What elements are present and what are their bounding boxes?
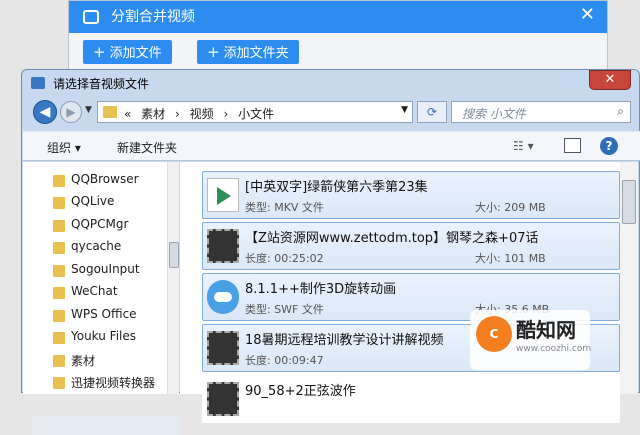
search-icon: ⌕ [617,104,624,118]
sidebar-item-label: QQLive [71,194,115,208]
watermark-brand: 酷知网 [516,318,576,342]
file-type: 类型: SWF 文件 [245,303,324,316]
add-file-button[interactable]: + 添加文件 [83,40,172,64]
file-size: 大小: 209 MB [475,201,546,214]
add-folder-button[interactable]: + 添加文件夹 [197,40,299,64]
folder-icon [53,332,65,344]
folder-icon [53,287,65,299]
breadcrumb-item-video[interactable]: 视频 [190,107,214,121]
view-options-icon[interactable]: ☷ ▾ [513,139,534,153]
dialog-app-icon [31,77,45,89]
breadcrumb-overflow[interactable]: « [124,107,131,121]
background-app-titlebar: 分割合并视频 ✕ [69,1,607,33]
app-logo-icon [83,10,99,24]
sidebar-item-label: Youku Files [71,329,137,343]
sidebar-item-label: WPS Office [71,307,137,321]
help-button[interactable]: ? [600,137,618,155]
film-icon [207,331,239,365]
plus-icon: + [93,43,106,61]
folder-icon [53,310,65,322]
breadcrumb-item-smallfiles[interactable]: 小文件 [238,107,274,121]
preview-pane-icon[interactable] [564,138,581,153]
watermark-url: www.coozhi.com [516,344,592,354]
search-placeholder: 搜索 小文件 [462,107,526,121]
new-folder-button[interactable]: 新建文件夹 [117,139,177,156]
sidebar-item[interactable]: WeChat [53,284,118,302]
sidebar-item-label: 素材 [71,354,96,368]
swf-icon [207,280,239,314]
file-row[interactable]: [中英双字]绿箭侠第六季第23集 类型: MKV 文件 大小: 209 MB [202,171,620,219]
file-type: 类型: MKV 文件 [245,201,324,214]
sidebar-item-label: SogouInput [71,262,140,276]
selected-nav-highlight [33,415,179,435]
folder-icon [53,377,65,389]
file-row[interactable]: 90_58+2正弦波作 [202,375,620,423]
file-name: 8.1.1++制作3D旋转动画 [245,282,397,297]
scrollbar-thumb[interactable] [622,180,636,224]
refresh-button[interactable]: ⟳ [417,101,447,123]
file-name: 18暑期远程培训教学设计讲解视频 [245,333,444,348]
add-file-label: 添加文件 [109,46,162,61]
file-size: 大小: 101 MB [475,252,546,265]
history-dropdown-icon[interactable]: ▼ [85,105,92,115]
file-row[interactable]: 【Z站资源网www.zettodm.top】钢琴之森+07话 长度: 00:25… [202,222,620,270]
dialog-titlebar: 请选择音视频文件 [27,72,617,94]
file-duration: 长度: 00:09:47 [245,354,324,367]
sidebar-item[interactable]: qycache [53,239,122,257]
address-bar-row: ◀ ▶ ▼ « 素材 › 视频 › 小文件 ▼ ⟳ 搜索 小文件 ⌕ [27,96,636,130]
breadcrumb-item-sucai[interactable]: 素材 [141,107,165,121]
plus-icon: + [207,43,220,61]
folder-icon [103,106,117,118]
file-duration: 长度: 00:25:02 [245,252,324,265]
sidebar-item[interactable]: QQPCMgr [53,217,129,235]
mkv-icon [207,178,239,212]
film-icon [207,382,239,416]
breadcrumb-separator[interactable]: › [175,107,180,121]
dialog-title: 请选择音视频文件 [53,77,150,91]
address-dropdown-icon[interactable]: ▼ [401,105,408,115]
dialog-toolbar: 组织 ▾ 新建文件夹 ☷ ▾ ? [23,131,640,161]
breadcrumb-separator[interactable]: › [224,107,229,121]
sidebar-item[interactable]: QQLive [53,194,115,212]
sidebar-item-label: WeChat [71,284,118,298]
sidebar-item-label: 迅捷视频转换器 [71,376,156,390]
sidebar-item-label: QQBrowser [71,172,139,186]
navigation-pane: QQBrowser QQLive QQPCMgr qycache SogouIn… [23,162,179,435]
sidebar-item[interactable]: QQBrowser [53,172,139,190]
folder-icon [53,197,65,209]
file-name: [中英双字]绿箭侠第六季第23集 [245,180,428,195]
organize-menu-button[interactable]: 组织 ▾ [47,139,81,156]
file-name: 【Z站资源网www.zettodm.top】钢琴之森+07话 [245,231,539,246]
folder-icon [53,242,65,254]
forward-button[interactable]: ▶ [60,101,82,123]
sidebar-item[interactable]: SogouInput [53,262,140,280]
navigation-scrollbar[interactable] [167,162,179,394]
folder-icon [53,265,65,277]
back-button[interactable]: ◀ [33,100,57,124]
watermark: C 酷知网 www.coozhi.com [470,310,592,370]
sidebar-item-label: QQPCMgr [71,217,129,231]
dialog-close-button[interactable]: ✕ [589,70,631,90]
file-list-scrollbar[interactable] [620,162,638,394]
folder-icon [53,355,65,367]
folder-icon [53,220,65,232]
add-folder-label: 添加文件夹 [223,46,289,61]
sidebar-item[interactable]: Youku Files [53,329,137,347]
background-app-close-button[interactable]: ✕ [580,4,595,25]
watermark-logo-icon: C [476,316,512,352]
background-app-title: 分割合并视频 [111,9,195,25]
file-name: 90_58+2正弦波作 [245,384,356,399]
breadcrumb: « 素材 › 视频 › 小文件 [124,105,280,122]
film-icon [207,229,239,263]
sidebar-item[interactable]: WPS Office [53,307,137,325]
sidebar-item-label: qycache [71,239,122,253]
sidebar-item[interactable]: 迅捷视频转换器 [53,374,156,392]
folder-icon [53,175,65,187]
scrollbar-thumb[interactable] [169,242,179,268]
search-input[interactable]: 搜索 小文件 ⌕ [451,101,631,123]
address-field[interactable]: « 素材 › 视频 › 小文件 ▼ [97,101,413,123]
sidebar-item-selected[interactable]: 素材 [53,352,96,370]
background-app-window: 分割合并视频 ✕ + 添加文件 + 添加文件夹 [68,0,608,70]
